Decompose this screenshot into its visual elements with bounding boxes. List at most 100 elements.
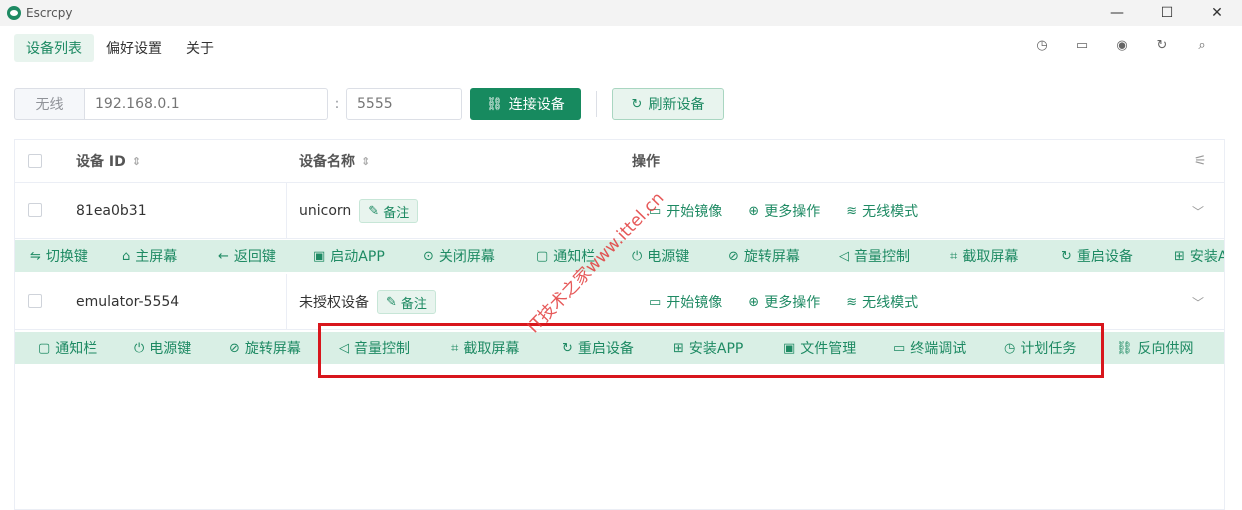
terminal-icon[interactable]: ▭: [1062, 38, 1102, 53]
refresh-devices-button[interactable]: ↻ 刷新设备: [612, 88, 724, 120]
start-mirror-button[interactable]: ▭ 开始镜像: [649, 292, 722, 312]
action-label: 返回键: [233, 249, 276, 265]
action-label: 切换键: [45, 249, 88, 265]
action-label: 启动APP: [330, 249, 385, 265]
wireless-mode-button[interactable]: ≋ 无线模式: [846, 292, 918, 312]
action-home[interactable]: ⌂ 主屏幕: [122, 246, 218, 266]
tab-device-list[interactable]: 设备列表: [14, 34, 94, 62]
plus-circle-icon: ⊕: [748, 203, 760, 219]
action-label: 旋转屏幕: [244, 341, 301, 357]
tab-preferences[interactable]: 偏好设置: [94, 34, 174, 62]
switch-icon: ⇋: [30, 248, 41, 264]
note-label: 备注: [383, 205, 410, 221]
action-screenshot[interactable]: ⌗ 截取屏幕: [950, 246, 1061, 266]
monitor-icon: ▭: [649, 294, 662, 310]
column-actions-label: 操作: [632, 154, 660, 170]
action-rotate[interactable]: ⊘ 旋转屏幕: [728, 246, 839, 266]
clock-icon[interactable]: ◷: [1022, 38, 1062, 53]
sort-icon[interactable]: ⇕: [361, 155, 370, 168]
more-actions-button[interactable]: ⊕ 更多操作: [748, 201, 820, 221]
eye-icon[interactable]: ◉: [1102, 38, 1142, 53]
more-actions-button[interactable]: ⊕ 更多操作: [748, 292, 820, 312]
row-ops: ▭ 开始镜像 ⊕ 更多操作 ≋ 无线模式: [649, 183, 944, 239]
action-label: 安装APP: [1189, 249, 1224, 265]
column-divider: [286, 183, 287, 239]
row-checkbox[interactable]: [28, 203, 42, 217]
column-settings-icon[interactable]: ⚟: [1194, 153, 1207, 169]
app-logo-icon: [7, 6, 21, 20]
colon-separator: :: [334, 96, 340, 112]
action-power[interactable]: ⏻ 电源键: [134, 338, 229, 358]
refresh-devices-label: 刷新设备: [648, 97, 705, 113]
wireless-mode-label: 无线模式: [862, 295, 919, 311]
home-icon: ⌂: [122, 248, 131, 264]
table-row: emulator-5554 未授权设备 ✎ 备注 ▭ 开始镜像 ⊕ 更多操作 ≋ 无线模…: [15, 274, 1224, 330]
close-button[interactable]: ✕: [1192, 0, 1242, 26]
action-label: 重启设备: [1076, 249, 1133, 265]
action-volume[interactable]: ◁ 音量控制: [839, 246, 950, 266]
note-button[interactable]: ✎ 备注: [377, 290, 436, 314]
wireless-addon: 无线: [14, 88, 84, 120]
port-input[interactable]: [346, 88, 462, 120]
row-ops: ▭ 开始镜像 ⊕ 更多操作 ≋ 无线模式: [649, 274, 944, 330]
maximize-button[interactable]: ☐: [1142, 0, 1192, 26]
action-label: 截取屏幕: [962, 249, 1019, 265]
top-toolbar: ◷ ▭ ◉ ↻ ⌕: [1022, 38, 1222, 53]
title-bar: Escrcpy — ☐ ✕: [0, 0, 1242, 26]
select-all-checkbox[interactable]: [28, 154, 42, 168]
wireless-mode-button[interactable]: ≋ 无线模式: [846, 201, 918, 221]
highlight-annotation-box: [318, 323, 1104, 378]
toggle-icon: ⊙: [423, 248, 434, 264]
refresh-icon[interactable]: ↻: [1142, 38, 1182, 53]
connect-device-button[interactable]: ⛓ 连接设备: [470, 88, 581, 120]
action-switch-key[interactable]: ⇋ 切换键: [30, 246, 122, 266]
action-reboot[interactable]: ↻ 重启设备: [1061, 246, 1174, 266]
sort-icon[interactable]: ⇕: [132, 155, 141, 168]
ip-input[interactable]: [84, 88, 328, 120]
power-icon: ⏻: [134, 340, 145, 356]
connect-device-label: 连接设备: [508, 97, 565, 113]
rotate-icon: ⊘: [728, 248, 739, 264]
action-label: 音量控制: [854, 249, 910, 265]
action-label: 主屏幕: [135, 249, 178, 265]
column-device-id[interactable]: 设备 ID ⇕: [76, 151, 141, 171]
refresh-icon: ↻: [631, 96, 643, 112]
device-name: unicorn: [299, 203, 352, 219]
device-name-cell: unicorn ✎ 备注: [299, 183, 419, 239]
note-button[interactable]: ✎ 备注: [359, 199, 419, 223]
start-mirror-label: 开始镜像: [666, 204, 723, 220]
table-header: 设备 ID ⇕ 设备名称 ⇕ 操作 ⚟: [15, 140, 1224, 183]
speaker-icon: ◁: [839, 248, 849, 264]
window-controls: — ☐ ✕: [1092, 0, 1242, 26]
start-mirror-label: 开始镜像: [666, 295, 723, 311]
action-label: 电源键: [149, 341, 192, 357]
edit-icon: ✎: [368, 203, 380, 219]
app-title: Escrcpy: [26, 6, 73, 20]
action-notification[interactable]: ▢ 通知栏: [38, 338, 134, 358]
note-label: 备注: [400, 296, 427, 312]
column-device-name[interactable]: 设备名称 ⇕: [299, 151, 370, 171]
wifi-icon: ≋: [846, 203, 858, 219]
power-icon: ⏻: [632, 248, 643, 264]
install-icon: ⊞: [1174, 248, 1185, 264]
expand-chevron-icon[interactable]: ﹀: [1192, 183, 1204, 239]
action-reverse-tether[interactable]: ⛓ 反向供网: [1116, 338, 1194, 358]
link-icon: ⛓: [486, 96, 503, 112]
wifi-icon: ≋: [846, 294, 858, 310]
notification-icon: ▢: [38, 340, 51, 356]
search-icon[interactable]: ⌕: [1182, 38, 1222, 53]
action-back[interactable]: ← 返回键: [218, 246, 313, 266]
row-checkbox[interactable]: [28, 294, 42, 308]
arrow-left-icon: ←: [218, 248, 229, 264]
device-id: emulator-5554: [76, 294, 180, 310]
action-launch-app[interactable]: ▣ 启动APP: [313, 246, 423, 266]
plus-circle-icon: ⊕: [748, 294, 760, 310]
action-label: 关闭屏幕: [438, 249, 495, 265]
action-power[interactable]: ⏻ 电源键: [632, 246, 728, 266]
action-install-app[interactable]: ⊞安装APP: [1174, 246, 1224, 266]
action-screen-off[interactable]: ⊙ 关闭屏幕: [423, 246, 536, 266]
tab-about[interactable]: 关于: [174, 34, 226, 62]
expand-chevron-icon[interactable]: ﹀: [1192, 274, 1204, 330]
minimize-button[interactable]: —: [1092, 0, 1142, 26]
column-device-id-label: 设备 ID: [76, 154, 126, 170]
